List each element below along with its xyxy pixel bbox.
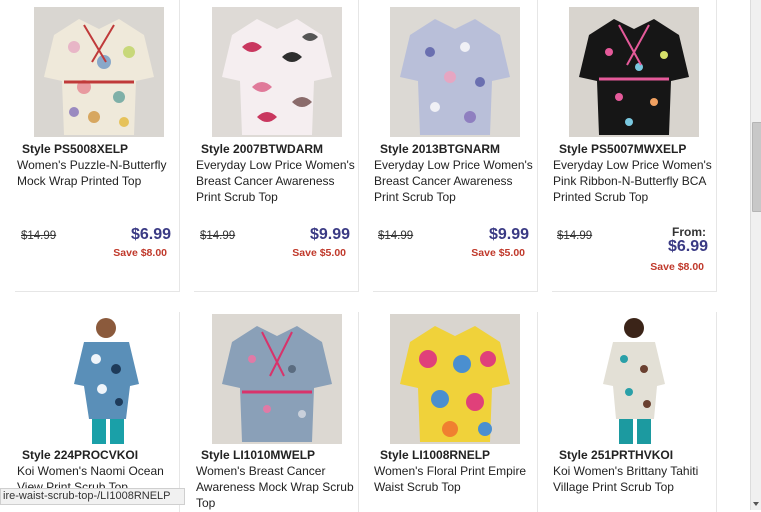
product-card[interactable]: Style 224PROCVKOI Koi Women's Naomi Ocea… — [15, 312, 180, 512]
original-price: $14.99 — [557, 230, 593, 242]
sale-price: $9.99 — [488, 226, 529, 243]
product-image[interactable] — [34, 7, 164, 137]
scrollbar-thumb[interactable] — [752, 122, 761, 212]
product-description[interactable]: Everyday Low Price Women's Pink Ribbon-N… — [553, 157, 719, 205]
product-card[interactable]: Style LI1010MWELP Women's Breast Cancer … — [194, 312, 359, 512]
product-style[interactable]: Style 2013BTGNARM — [380, 142, 500, 156]
product-image[interactable] — [390, 7, 520, 137]
product-style[interactable]: Style PS5007MWXELP — [559, 142, 686, 156]
original-price: $14.99 — [378, 230, 414, 242]
product-card[interactable]: Style 2007BTWDARM Everyday Low Price Wom… — [194, 0, 359, 292]
product-style[interactable]: Style LI1008RNELP — [380, 448, 490, 462]
sale-price: $6.99 — [130, 226, 171, 243]
product-description[interactable]: Koi Women's Brittany Tahiti Village Prin… — [553, 463, 719, 495]
product-style[interactable]: Style 251PRTHVKOI — [559, 448, 673, 462]
savings-amount: Save $8.00 — [650, 261, 704, 273]
product-description[interactable]: Everyday Low Price Women's Breast Cancer… — [196, 157, 362, 205]
original-price: $14.99 — [21, 230, 57, 242]
product-card[interactable]: Style PS5008XELP Women's Puzzle-N-Butter… — [15, 0, 180, 292]
product-description[interactable]: Women's Floral Print Empire Waist Scrub … — [374, 463, 540, 495]
savings-amount: Save $8.00 — [113, 247, 167, 259]
product-description[interactable]: Women's Breast Cancer Awareness Mock Wra… — [196, 463, 362, 511]
savings-amount: Save $5.00 — [471, 247, 525, 259]
product-card[interactable]: Style 251PRTHVKOI Koi Women's Brittany T… — [552, 312, 717, 512]
product-description[interactable]: Everyday Low Price Women's Breast Cancer… — [374, 157, 540, 205]
savings-amount: Save $5.00 — [292, 247, 346, 259]
product-image[interactable] — [390, 314, 520, 444]
product-image[interactable] — [212, 7, 342, 137]
product-grid: Style PS5008XELP Women's Puzzle-N-Butter… — [0, 0, 750, 512]
original-price: $14.99 — [200, 230, 236, 242]
product-style[interactable]: Style PS5008XELP — [22, 142, 128, 156]
product-card[interactable]: Style 2013BTGNARM Everyday Low Price Wom… — [373, 0, 538, 292]
product-style[interactable]: Style 2007BTWDARM — [201, 142, 323, 156]
product-image[interactable] — [569, 7, 699, 137]
vertical-scrollbar[interactable] — [750, 0, 761, 510]
price-from-label: From: — [672, 225, 706, 239]
product-description[interactable]: Women's Puzzle-N-Butterfly Mock Wrap Pri… — [17, 157, 183, 189]
sale-price: $9.99 — [309, 226, 350, 243]
sale-price: $6.99 — [667, 238, 708, 255]
product-style[interactable]: Style 224PROCVKOI — [22, 448, 138, 462]
scroll-down-arrow-icon[interactable] — [753, 502, 759, 506]
product-card[interactable]: Style PS5007MWXELP Everyday Low Price Wo… — [552, 0, 717, 292]
product-image[interactable] — [569, 314, 699, 444]
product-style[interactable]: Style LI1010MWELP — [201, 448, 315, 462]
product-image[interactable] — [212, 314, 342, 444]
status-bar-url: ire-waist-scrub-top-/LI1008RNELP — [0, 488, 185, 505]
product-image[interactable] — [34, 314, 164, 444]
product-card[interactable]: Style LI1008RNELP Women's Floral Print E… — [373, 312, 538, 512]
